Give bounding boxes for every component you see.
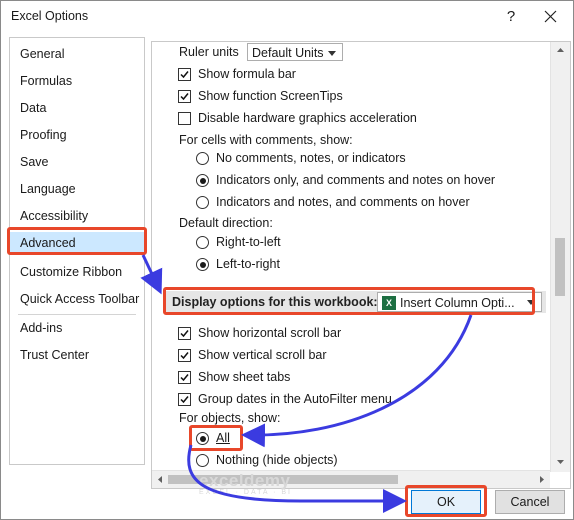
show-vscroll-label: Show vertical scroll bar xyxy=(198,348,327,362)
right-to-left-radio[interactable] xyxy=(196,236,209,249)
excel-workbook-icon: X xyxy=(382,296,396,310)
checkmark-icon xyxy=(180,71,189,79)
show-hscroll-checkbox[interactable] xyxy=(178,327,191,340)
disable-hw-accel-checkbox[interactable] xyxy=(178,112,191,125)
close-button[interactable] xyxy=(537,4,565,30)
show-sheet-tabs-checkbox[interactable] xyxy=(178,371,191,384)
right-to-left-label: Right-to-left xyxy=(216,235,281,249)
comments-indicators-only-radio[interactable] xyxy=(196,174,209,187)
workbook-select-value: Insert Column Opti... xyxy=(400,296,515,310)
nav-item-customize-ribbon[interactable]: Customize Ribbon xyxy=(10,261,144,283)
nav-item-language[interactable]: Language xyxy=(10,178,144,200)
checkmark-icon xyxy=(180,352,189,360)
cancel-button[interactable]: Cancel xyxy=(495,490,565,514)
excel-options-dialog: Excel Options ? General Formulas Data Pr… xyxy=(0,0,574,520)
left-to-right-radio[interactable] xyxy=(196,258,209,271)
objects-heading: For objects, show: xyxy=(179,411,281,425)
scroll-up-arrow-icon[interactable] xyxy=(551,44,570,56)
ruler-units-value: Default Units xyxy=(252,46,324,60)
ruler-units-label: Ruler units xyxy=(179,45,239,59)
nav-item-trust-center[interactable]: Trust Center xyxy=(10,344,144,366)
show-function-screentips-checkbox[interactable] xyxy=(178,90,191,103)
checkmark-icon xyxy=(180,330,189,338)
objects-all-label: All xyxy=(216,431,230,445)
ruler-units-dropdown[interactable]: Default Units xyxy=(247,43,343,61)
dialog-title: Excel Options xyxy=(11,9,89,23)
nav-divider xyxy=(18,314,136,315)
vertical-scrollbar[interactable] xyxy=(550,42,570,472)
comments-indicators-notes-radio[interactable] xyxy=(196,196,209,209)
objects-nothing-radio[interactable] xyxy=(196,454,209,467)
objects-nothing-label: Nothing (hide objects) xyxy=(216,453,338,467)
comments-none-radio[interactable] xyxy=(196,152,209,165)
title-bar: Excel Options ? xyxy=(1,1,573,33)
objects-all-radio[interactable] xyxy=(196,432,209,445)
nav-item-formulas[interactable]: Formulas xyxy=(10,70,144,92)
watermark-brand: exceldemy xyxy=(199,471,291,490)
disable-hw-accel-label: Disable hardware graphics acceleration xyxy=(198,111,417,125)
workbook-section-header: Display options for this workbook: X Ins… xyxy=(164,291,546,313)
nav-item-proofing[interactable]: Proofing xyxy=(10,124,144,146)
exceldemy-watermark: exceldemy EXCEL · DATA · BI xyxy=(199,471,292,496)
nav-item-general[interactable]: General xyxy=(10,43,144,65)
group-dates-label: Group dates in the AutoFilter menu xyxy=(198,392,392,406)
show-sheet-tabs-label: Show sheet tabs xyxy=(198,370,291,384)
nav-item-data[interactable]: Data xyxy=(10,97,144,119)
help-button[interactable]: ? xyxy=(497,4,525,30)
show-formula-bar-checkbox[interactable] xyxy=(178,68,191,81)
watermark-tagline: EXCEL · DATA · BI xyxy=(199,489,292,496)
ok-button[interactable]: OK xyxy=(411,490,481,514)
checkmark-icon xyxy=(180,396,189,404)
show-hscroll-label: Show horizontal scroll bar xyxy=(198,326,342,340)
vertical-scroll-thumb[interactable] xyxy=(555,238,565,296)
group-dates-checkbox[interactable] xyxy=(178,393,191,406)
scroll-right-arrow-icon[interactable] xyxy=(536,471,548,488)
left-to-right-label: Left-to-right xyxy=(216,257,280,271)
show-vscroll-checkbox[interactable] xyxy=(178,349,191,362)
nav-item-save[interactable]: Save xyxy=(10,151,144,173)
nav-item-advanced[interactable]: Advanced xyxy=(10,232,144,254)
close-icon xyxy=(544,10,557,23)
comments-indicators-only-label: Indicators only, and comments and notes … xyxy=(216,173,496,187)
chevron-down-icon xyxy=(527,300,535,305)
checkmark-icon xyxy=(180,374,189,382)
scroll-left-arrow-icon[interactable] xyxy=(154,471,166,488)
comments-heading: For cells with comments, show: xyxy=(179,133,353,147)
show-function-screentips-label: Show function ScreenTips xyxy=(198,89,343,103)
category-nav: General Formulas Data Proofing Save Lang… xyxy=(9,37,145,465)
nav-item-quick-access-toolbar[interactable]: Quick Access Toolbar xyxy=(10,288,144,310)
scroll-down-arrow-icon[interactable] xyxy=(551,456,570,468)
chevron-down-icon xyxy=(328,51,336,56)
comments-indicators-notes-label: Indicators and notes, and comments on ho… xyxy=(216,195,470,209)
options-panel: Ruler units Default Units Show formula b… xyxy=(151,41,571,489)
comments-none-label: No comments, notes, or indicators xyxy=(216,151,406,165)
show-formula-bar-label: Show formula bar xyxy=(198,67,296,81)
nav-item-accessibility[interactable]: Accessibility xyxy=(10,205,144,227)
nav-item-add-ins[interactable]: Add-ins xyxy=(10,317,144,339)
default-direction-heading: Default direction: xyxy=(179,216,273,230)
workbook-section-label: Display options for this workbook: xyxy=(172,295,378,309)
checkmark-icon xyxy=(180,93,189,101)
workbook-select-dropdown[interactable]: X Insert Column Opti... xyxy=(377,292,542,312)
